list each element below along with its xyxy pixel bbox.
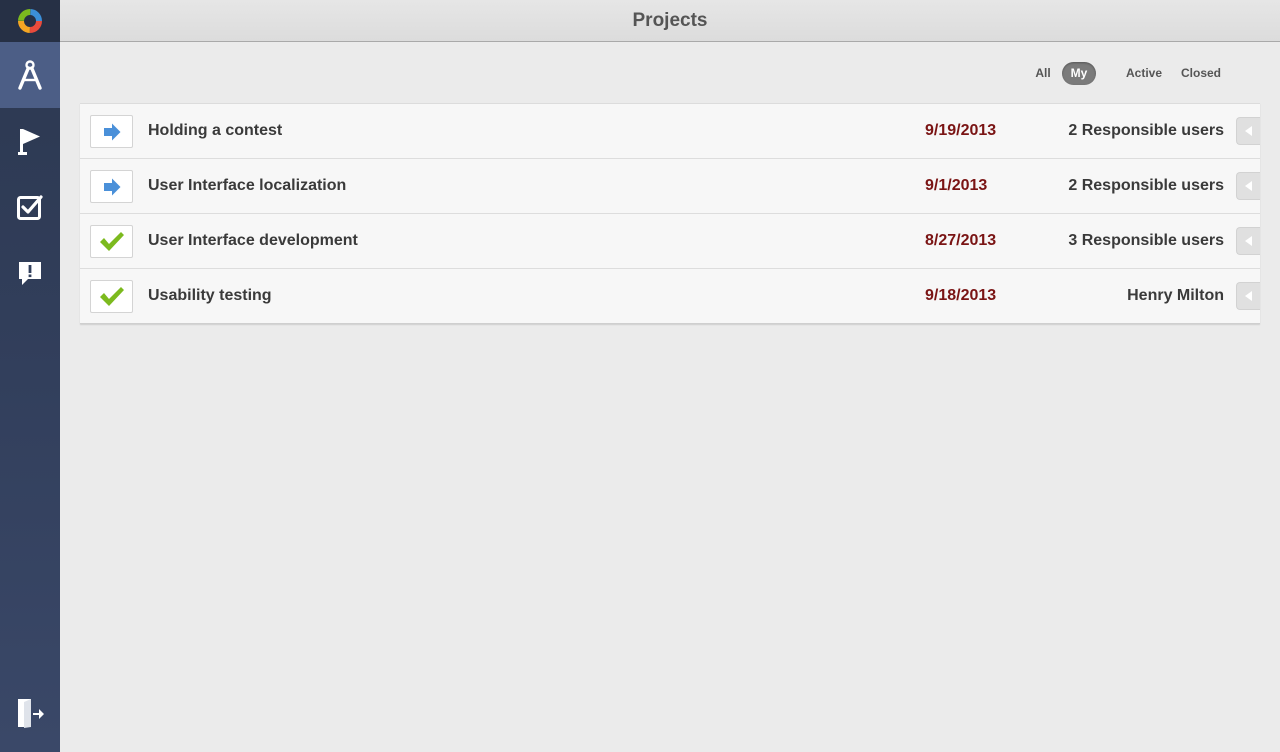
checkmark-icon (99, 286, 124, 306)
compass-icon (18, 60, 42, 90)
arrow-right-icon (103, 178, 120, 195)
caret-left-icon (1244, 236, 1252, 246)
status-indicator[interactable] (90, 280, 133, 313)
project-title: User Interface localization (148, 177, 347, 194)
project-list: Holding a contest 9/19/2013 2 Responsibl… (80, 103, 1260, 324)
checkmark-icon (99, 231, 124, 251)
project-title: Holding a contest (148, 122, 283, 139)
row-expand-button[interactable] (1236, 282, 1260, 310)
project-title: User Interface development (148, 232, 358, 249)
exit-door-icon (18, 699, 44, 728)
logo-icon (18, 9, 42, 33)
project-row[interactable]: Holding a contest 9/19/2013 2 Responsibl… (80, 104, 1260, 159)
checkbox-icon (17, 195, 43, 220)
caret-left-icon (1244, 181, 1252, 191)
row-expand-button[interactable] (1236, 117, 1260, 145)
sidebar (0, 0, 60, 752)
arrow-right-icon (103, 123, 120, 140)
project-row[interactable]: User Interface development 8/27/2013 3 R… (80, 214, 1260, 269)
project-row[interactable]: Usability testing 9/18/2013 Henry Milton (80, 269, 1260, 324)
logout-button[interactable] (0, 680, 60, 746)
sidebar-item-projects[interactable] (0, 42, 60, 108)
top-bar: Projects (60, 0, 1280, 42)
project-date: 9/1/2013 (925, 177, 988, 194)
filter-my[interactable]: My (1062, 62, 1096, 85)
sidebar-item-tasks[interactable] (0, 174, 60, 240)
project-date: 9/18/2013 (925, 287, 997, 304)
project-title: Usability testing (148, 287, 272, 304)
alert-bubble-icon (19, 262, 41, 285)
sidebar-item-milestones[interactable] (0, 108, 60, 174)
project-responsible: 2 Responsible users (1068, 177, 1224, 194)
sidebar-item-discussions[interactable] (0, 240, 60, 306)
status-indicator[interactable] (90, 225, 133, 258)
project-date: 9/19/2013 (925, 122, 997, 139)
row-expand-button[interactable] (1236, 172, 1260, 200)
caret-left-icon (1244, 291, 1252, 301)
filter-closed[interactable]: Closed (1176, 62, 1226, 85)
status-indicator[interactable] (90, 115, 133, 148)
filter-all[interactable]: All (1032, 62, 1054, 85)
caret-left-icon (1244, 126, 1252, 136)
status-indicator[interactable] (90, 170, 133, 203)
page-title: Projects (632, 9, 708, 31)
app-logo[interactable] (0, 0, 60, 42)
project-responsible: Henry Milton (1127, 287, 1224, 304)
row-expand-button[interactable] (1236, 227, 1260, 255)
filter-active[interactable]: Active (1120, 62, 1168, 85)
flag-icon (18, 129, 40, 155)
project-date: 8/27/2013 (925, 232, 997, 249)
project-responsible: 3 Responsible users (1068, 232, 1224, 249)
project-responsible: 2 Responsible users (1068, 122, 1224, 139)
project-row[interactable]: User Interface localization 9/1/2013 2 R… (80, 159, 1260, 214)
